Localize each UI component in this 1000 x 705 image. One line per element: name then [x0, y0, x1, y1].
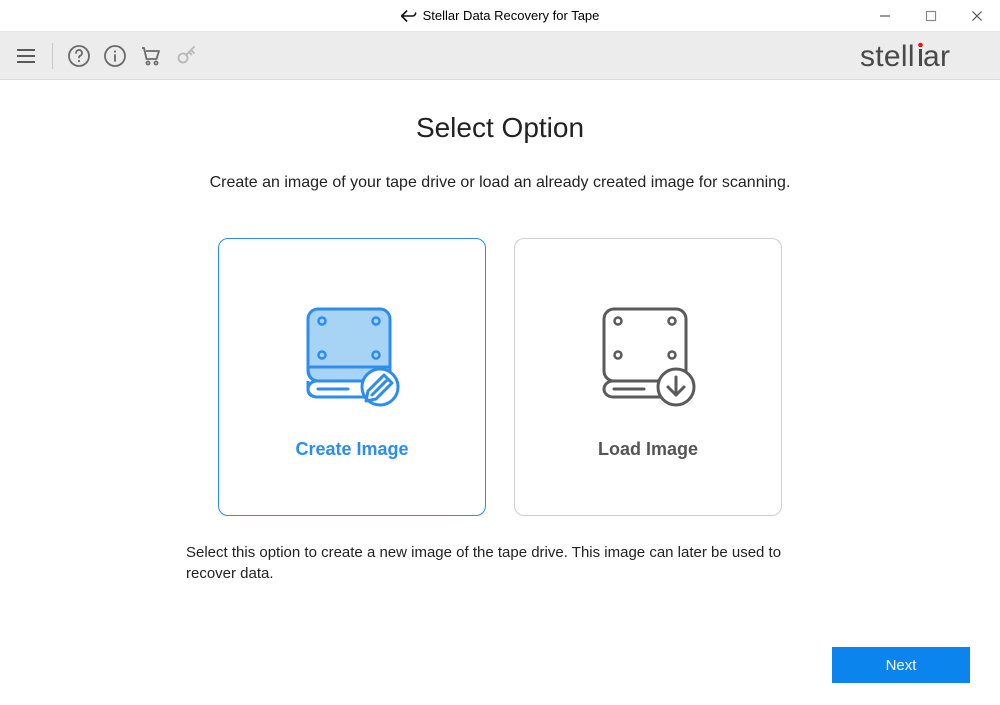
option-load-image[interactable]: Load Image: [514, 238, 782, 516]
footer-bar: Next: [832, 647, 970, 683]
titlebar: Stellar Data Recovery for Tape: [0, 0, 1000, 32]
svg-text:ar: ar: [923, 40, 950, 73]
back-arrow-icon: [401, 9, 417, 23]
drive-download-icon: [588, 295, 708, 415]
maximize-button[interactable]: [908, 0, 954, 32]
window-controls: [862, 0, 1000, 32]
option-load-label: Load Image: [598, 439, 698, 460]
hint-text: Select this option to create a new image…: [180, 542, 820, 584]
cart-icon[interactable]: [137, 38, 165, 74]
page-subtitle: Create an image of your tape drive or lo…: [40, 174, 960, 192]
info-icon[interactable]: [101, 38, 129, 74]
menu-icon[interactable]: [12, 38, 40, 74]
svg-text:stell: stell: [860, 40, 915, 73]
toolbar-separator: [52, 43, 53, 69]
option-create-image[interactable]: Create Image: [218, 238, 486, 516]
toolbar: stell ar: [0, 32, 1000, 80]
next-button[interactable]: Next: [832, 647, 970, 683]
option-group: Create Image Load Image: [40, 238, 960, 516]
close-button[interactable]: [954, 0, 1000, 32]
option-create-label: Create Image: [295, 439, 408, 460]
window-title: Stellar Data Recovery for Tape: [423, 8, 600, 23]
help-icon[interactable]: [65, 38, 93, 74]
key-icon[interactable]: [173, 38, 201, 74]
titlebar-center: Stellar Data Recovery for Tape: [401, 8, 600, 23]
content-area: Select Option Create an image of your ta…: [0, 80, 1000, 584]
page-title: Select Option: [40, 112, 960, 144]
drive-edit-icon: [292, 295, 412, 415]
minimize-button[interactable]: [862, 0, 908, 32]
brand-logo: stell ar: [860, 38, 988, 74]
